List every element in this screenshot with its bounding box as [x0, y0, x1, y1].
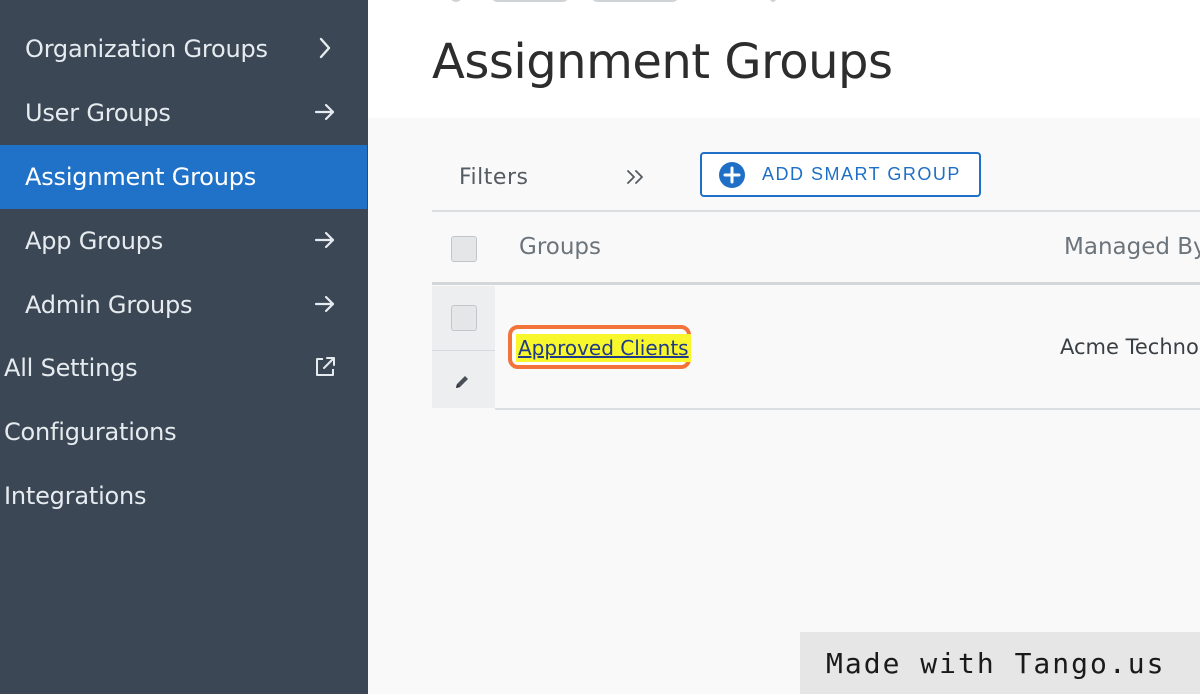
sidebar: Organization Groups User Groups Assignme… [0, 0, 368, 694]
divider [432, 210, 1200, 212]
sidebar-item-configurations[interactable]: Configurations [0, 400, 367, 464]
select-all-checkbox[interactable] [451, 236, 477, 262]
add-smart-group-label: ADD SMART GROUP [762, 164, 961, 184]
sidebar-item-label: Configurations [4, 418, 177, 446]
sidebar-item-label: Organization Groups [25, 35, 268, 63]
sidebar-item-label: Admin Groups [25, 291, 193, 319]
column-header-groups[interactable]: Groups [519, 234, 601, 260]
divider [495, 408, 1200, 410]
add-smart-group-button[interactable]: ADD SMART GROUP [700, 152, 981, 197]
chevron-right-icon [312, 35, 338, 61]
row-checkbox[interactable] [451, 305, 477, 331]
group-link-approved-clients[interactable]: Approved Clients [516, 334, 691, 362]
plus-circle-icon [718, 161, 746, 189]
sidebar-item-label: All Settings [4, 354, 138, 382]
sidebar-item-integrations[interactable]: Integrations [0, 464, 367, 528]
divider [432, 350, 495, 351]
sidebar-item-app-groups[interactable]: App Groups [0, 209, 367, 273]
divider [432, 282, 1200, 285]
sidebar-item-assignment-groups[interactable]: Assignment Groups [0, 145, 367, 209]
arrow-right-icon [312, 227, 338, 253]
column-header-managed-by[interactable]: Managed By [1064, 234, 1200, 260]
sidebar-item-all-settings[interactable]: All Settings [0, 336, 367, 400]
breadcrumb [450, 0, 780, 6]
watermark-text: Made with Tango.us [826, 646, 1166, 680]
tango-watermark: Made with Tango.us [800, 632, 1200, 694]
sidebar-item-organization-groups[interactable]: Organization Groups [0, 17, 367, 81]
sidebar-item-label: Integrations [4, 482, 147, 510]
sidebar-item-admin-groups[interactable]: Admin Groups [0, 273, 367, 337]
arrow-right-icon [312, 99, 338, 125]
page-title: Assignment Groups [432, 34, 893, 90]
filters-toggle[interactable]: Filters [459, 165, 528, 190]
double-chevron-right-icon[interactable] [622, 164, 648, 190]
sidebar-item-label: App Groups [25, 227, 164, 255]
sidebar-item-label: User Groups [25, 99, 171, 127]
table-cell-managed-by: Acme Technolo [1060, 335, 1200, 359]
edit-pencil-icon[interactable] [449, 369, 475, 395]
arrow-right-icon [312, 291, 338, 317]
sidebar-item-label: Assignment Groups [25, 163, 257, 191]
external-link-icon [312, 354, 338, 380]
sidebar-item-user-groups[interactable]: User Groups [0, 81, 367, 145]
